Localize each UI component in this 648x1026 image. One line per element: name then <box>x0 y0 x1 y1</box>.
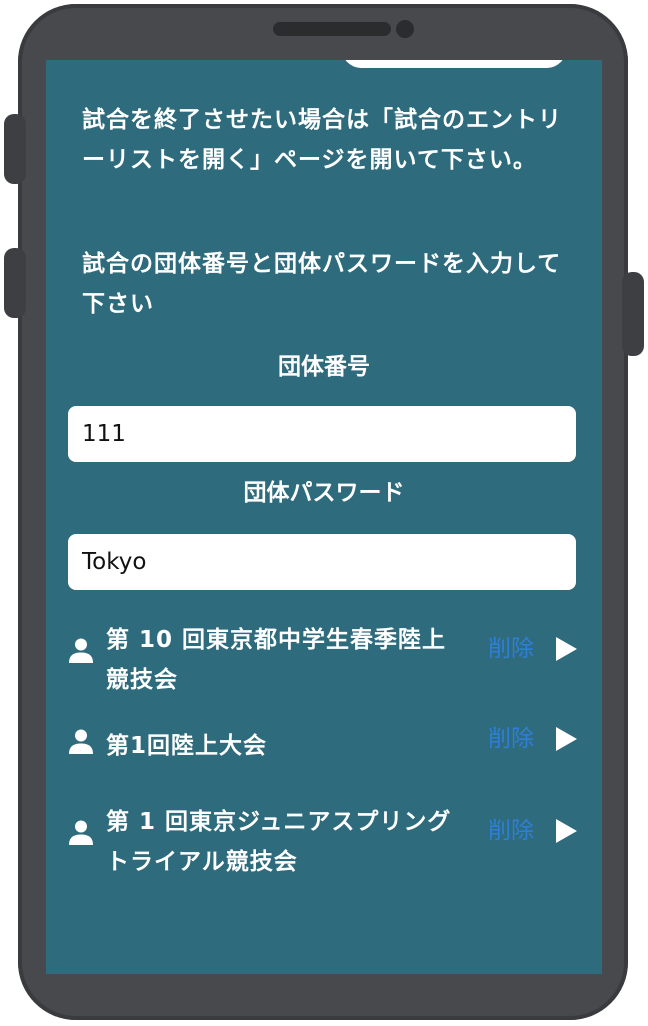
delete-button[interactable]: 削除 <box>488 634 534 664</box>
match-title: 第 10 回東京都中学生春季陸上競技会 <box>106 627 447 693</box>
enter-credentials-instruction: 試合の団体番号と団体パスワードを入力して下さい <box>82 251 562 317</box>
play-arrow-icon[interactable] <box>554 726 578 752</box>
group-password-input[interactable]: Tokyo <box>68 534 576 590</box>
delete-button[interactable]: 削除 <box>488 724 534 754</box>
match-title: 第 1 回東京ジュニアスプリングトライアル競技会 <box>106 809 452 875</box>
delete-button[interactable]: 削除 <box>488 816 534 846</box>
play-arrow-icon[interactable] <box>554 636 578 662</box>
user-icon <box>69 820 93 845</box>
match-list-item[interactable]: 第 10 回東京都中学生春季陸上競技会 削除 <box>46 620 602 700</box>
group-number-label: 団体番号 <box>278 354 370 380</box>
app-screen: 試合を終了させたい場合は「試合のエントリーリストを開く」ページを開いて下さい。 … <box>46 60 602 974</box>
end-match-instruction: 試合を終了させたい場合は「試合のエントリーリストを開く」ページを開いて下さい。 <box>82 107 562 173</box>
group-number-value: 111 <box>82 421 126 447</box>
group-password-value: Tokyo <box>82 549 147 575</box>
phone-side-button <box>4 248 26 318</box>
user-icon <box>69 729 93 754</box>
play-arrow-icon[interactable] <box>554 818 578 844</box>
match-list-item[interactable]: 第1回陸上大会 削除 <box>46 720 602 776</box>
group-password-label: 団体パスワード <box>243 480 405 506</box>
phone-camera <box>396 20 414 38</box>
phone-side-button <box>622 272 644 356</box>
match-title: 第1回陸上大会 <box>106 733 268 759</box>
top-banner-pill <box>342 60 566 68</box>
group-number-input[interactable]: 111 <box>68 406 576 462</box>
user-icon <box>69 638 93 663</box>
phone-side-button <box>4 114 26 184</box>
phone-speaker <box>273 22 391 36</box>
match-list-item[interactable]: 第 1 回東京ジュニアスプリングトライアル競技会 削除 <box>46 802 602 882</box>
